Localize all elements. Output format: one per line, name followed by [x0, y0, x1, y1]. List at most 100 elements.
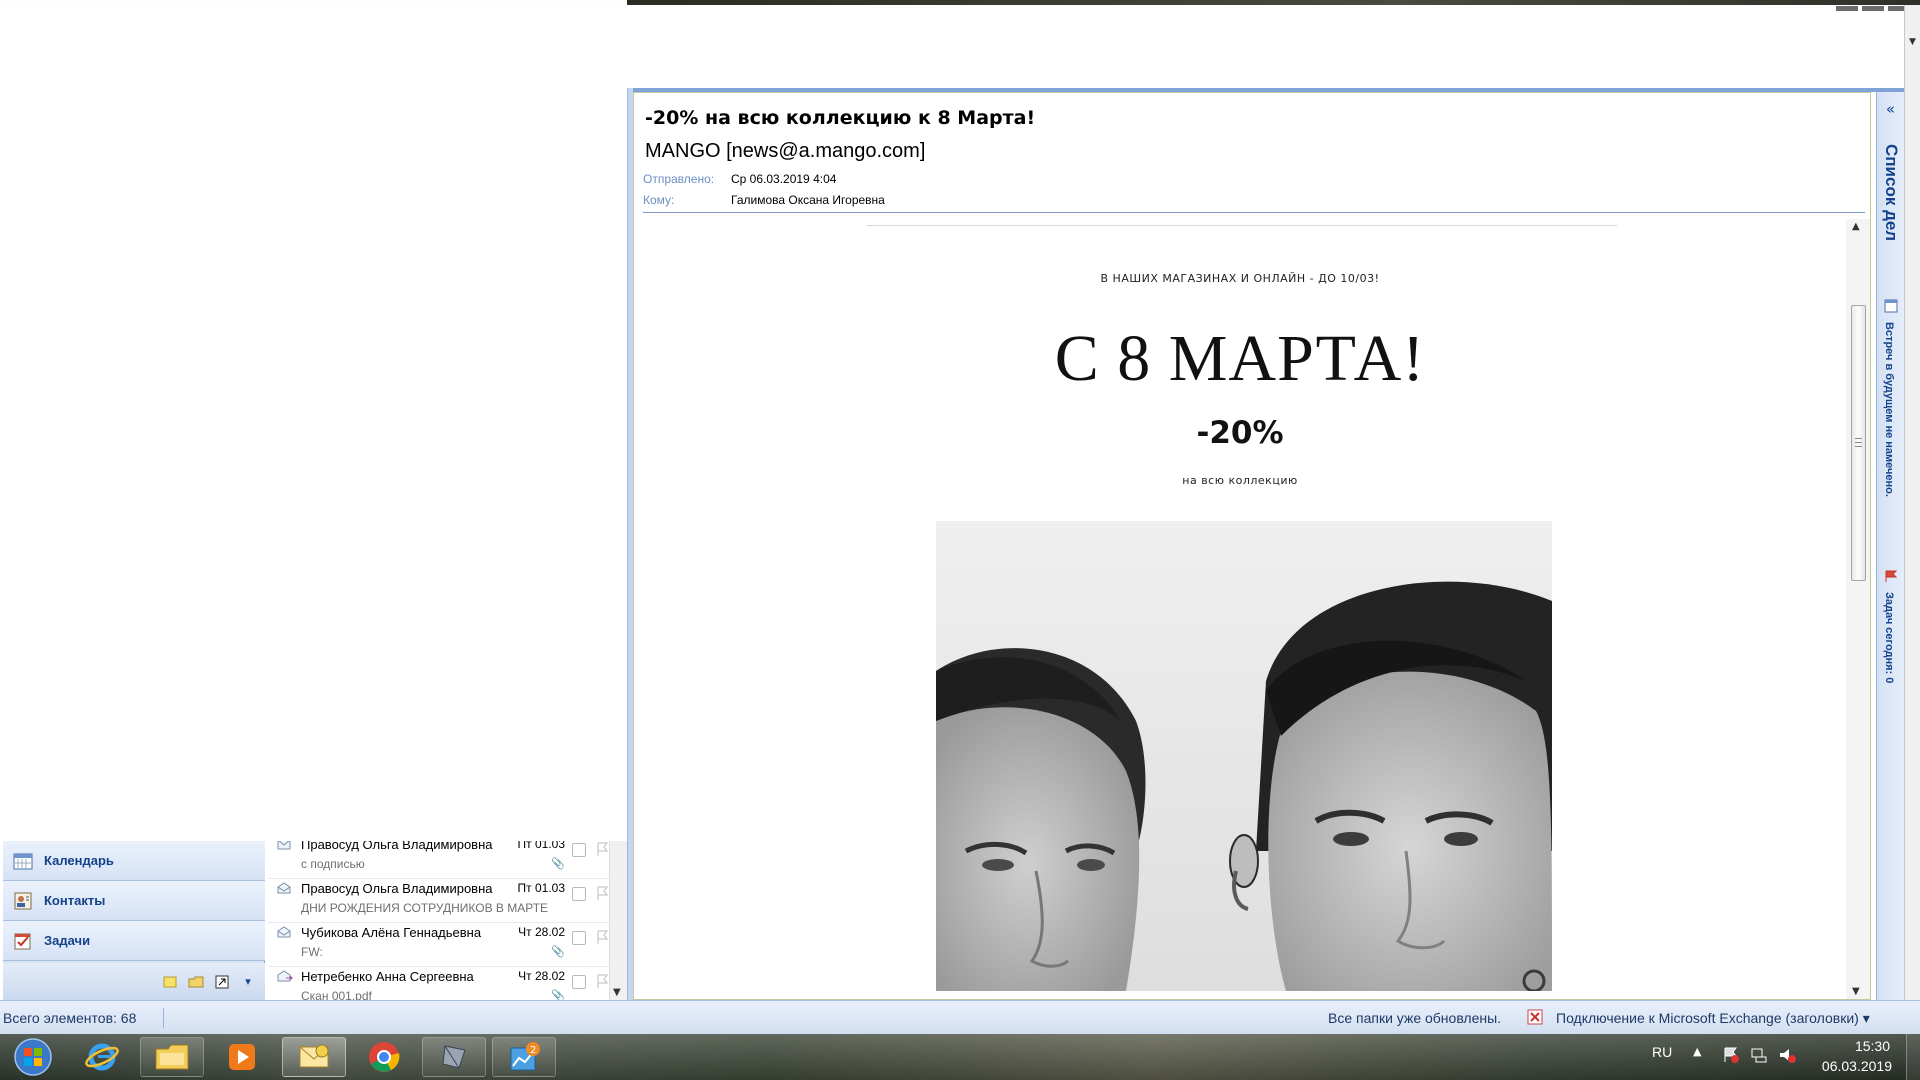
media-player-icon[interactable] [210, 1037, 274, 1077]
calendar-icon [1884, 299, 1898, 313]
taskbar: 2 RU ▲ 15:30 06.03.2019 [0, 1034, 1920, 1080]
internet-explorer-icon[interactable] [70, 1037, 134, 1077]
exchange-connection-icon [1527, 1009, 1543, 1025]
outlook-icon[interactable] [282, 1037, 346, 1077]
file-explorer-icon[interactable] [140, 1037, 204, 1077]
contacts-icon [12, 890, 34, 912]
notes-icon[interactable] [161, 974, 179, 990]
svg-text:2: 2 [530, 1045, 536, 1056]
envelope-open-icon [277, 926, 291, 938]
task-manager-icon[interactable]: 2 [492, 1037, 556, 1077]
flag-icon[interactable] [595, 929, 609, 945]
folder-list-icon[interactable] [187, 974, 205, 990]
app-icon[interactable] [422, 1037, 486, 1077]
sent-label: Отправлено: [643, 172, 715, 186]
list-item-date: Чт 28.02 [518, 969, 565, 983]
to-value[interactable]: Галимова Оксана Игоревна [731, 193, 885, 207]
list-item-date: Чт 28.02 [518, 925, 565, 939]
window-controls[interactable] [1832, 0, 1912, 11]
list-item-subject: ДНИ РОЖДЕНИЯ СОТРУДНИКОВ В МАРТЕ [301, 901, 549, 915]
list-item-subject: Скан 001.pdf [301, 989, 372, 1000]
scroll-down-arrow-icon[interactable]: ▼ [613, 987, 621, 998]
message-body-scrollbar[interactable]: ▲ ▼ [1846, 219, 1870, 999]
language-indicator[interactable]: RU [1652, 1044, 1672, 1060]
message-sender[interactable]: MANGO [news@a.mango.com] [645, 140, 925, 163]
promo-top-line: В НАШИХ МАГАЗИНАХ И ОНЛАЙН - ДО 10/03! [1100, 272, 1380, 285]
promo-title: С 8 МАРТА! [1054, 322, 1426, 395]
to-label: Кому: [643, 193, 675, 207]
envelope-open-icon [277, 882, 291, 894]
scroll-grip [1855, 438, 1862, 447]
flag-icon [1884, 569, 1898, 583]
scroll-down-arrow-icon[interactable]: ▼ [1852, 986, 1860, 997]
header-divider [643, 212, 1865, 213]
folders-status: Все папки уже обновлены. [1328, 1010, 1502, 1026]
message-body: В НАШИХ МАГАЗИНАХ И ОНЛАЙН - ДО 10/03! С… [634, 219, 1846, 999]
scroll-down-arrow-icon[interactable]: ▼ [1909, 37, 1916, 47]
list-item[interactable]: Чубикова Алёна Геннадьевна Чт 28.02 FW: … [268, 923, 623, 967]
folder-pane-blank [3, 5, 627, 841]
envelope-forward-icon [277, 970, 293, 982]
list-item-sender: Правосуд Ольга Владимировна [301, 881, 493, 896]
nav-contacts[interactable]: Контакты [3, 881, 265, 921]
chrome-icon[interactable] [352, 1037, 416, 1077]
message-list: Правосуд Ольга Владимировна Пт 01.03 с п… [268, 841, 627, 1000]
list-item-sender: Чубикова Алёна Геннадьевна [301, 925, 482, 940]
status-separator [163, 1008, 164, 1028]
tasks-icon [12, 930, 34, 952]
todo-bar-meetings: Встреч в будущем не намечено. [1883, 322, 1895, 497]
items-count: Всего элементов: 68 [3, 1010, 137, 1026]
message-subject: -20% на всю коллекцию к 8 Марта! [645, 107, 1036, 129]
shortcuts-icon[interactable] [213, 974, 231, 990]
todo-bar-title[interactable]: Список дел [1881, 144, 1901, 241]
category-checkbox[interactable] [572, 975, 586, 989]
flag-icon[interactable] [595, 973, 609, 989]
list-item-date: Пт 01.03 [517, 841, 565, 851]
flag-icon[interactable] [595, 885, 609, 901]
action-center-flag-icon[interactable] [1722, 1046, 1740, 1064]
body-divider [867, 225, 1617, 226]
attachment-icon: 📎 [551, 989, 565, 1000]
list-item-sender: Нетребенко Анна Сергеевна [301, 969, 474, 984]
list-item-subject: с подписью [301, 857, 365, 871]
start-button[interactable] [8, 1037, 58, 1077]
list-item-subject: FW: [301, 945, 323, 959]
volume-muted-icon[interactable] [1778, 1046, 1796, 1064]
category-checkbox[interactable] [572, 843, 586, 857]
nav-contacts-label: Контакты [44, 893, 106, 908]
attachment-icon: 📎 [551, 945, 565, 958]
list-item[interactable]: Нетребенко Анна Сергеевна Чт 28.02 Скан … [268, 967, 623, 1000]
clock-date[interactable]: 06.03.2019 [1812, 1058, 1892, 1074]
window-edge-scrollbar[interactable]: ▼ [1904, 5, 1920, 1000]
message-list-scrollbar[interactable]: ▼ [609, 841, 627, 1000]
flag-icon[interactable] [595, 841, 609, 857]
status-bar: Всего элементов: 68 Все папки уже обновл… [0, 1000, 1920, 1034]
network-icon[interactable] [1750, 1046, 1768, 1064]
list-item[interactable]: Правосуд Ольга Владимировна Пт 01.03 ДНИ… [268, 879, 623, 923]
show-desktop-button[interactable] [1906, 1034, 1920, 1080]
todo-bar: « Список дел Встреч в будущем не намечен… [1876, 92, 1904, 1000]
promo-discount: -20% [1196, 415, 1284, 451]
clock-time[interactable]: 15:30 [1830, 1038, 1890, 1054]
nav-calendar[interactable]: Календарь [3, 841, 265, 881]
expand-todo-bar-icon[interactable]: « [1877, 92, 1904, 126]
nav-bottom-toolbar: ▾ [3, 963, 265, 1000]
category-checkbox[interactable] [572, 887, 586, 901]
scroll-up-arrow-icon[interactable]: ▲ [1852, 221, 1860, 232]
navigation-pane: Календарь Контакты Задачи ▾ [3, 841, 265, 1000]
promo-subtitle: на всю коллекцию [1182, 474, 1298, 487]
reading-pane: -20% на всю коллекцию к 8 Марта! MANGO [… [633, 92, 1871, 1000]
todo-bar-tasks: Задач сегодня: 0 [1883, 592, 1895, 684]
configure-buttons-icon[interactable]: ▾ [239, 974, 257, 990]
list-item-date: Пт 01.03 [517, 881, 565, 895]
list-item[interactable]: Правосуд Ольга Владимировна Пт 01.03 с п… [268, 841, 623, 879]
exchange-status[interactable]: Подключение к Microsoft Exchange (заголо… [1556, 1010, 1870, 1027]
show-hidden-icons-icon[interactable]: ▲ [1693, 1045, 1701, 1058]
envelope-icon [277, 841, 291, 850]
promo-photo[interactable] [936, 521, 1552, 991]
nav-tasks-label: Задачи [44, 933, 91, 948]
category-checkbox[interactable] [572, 931, 586, 945]
nav-tasks[interactable]: Задачи [3, 921, 265, 961]
sent-value: Ср 06.03.2019 4:04 [731, 172, 837, 186]
list-item-sender: Правосуд Ольга Владимировна [301, 841, 493, 852]
